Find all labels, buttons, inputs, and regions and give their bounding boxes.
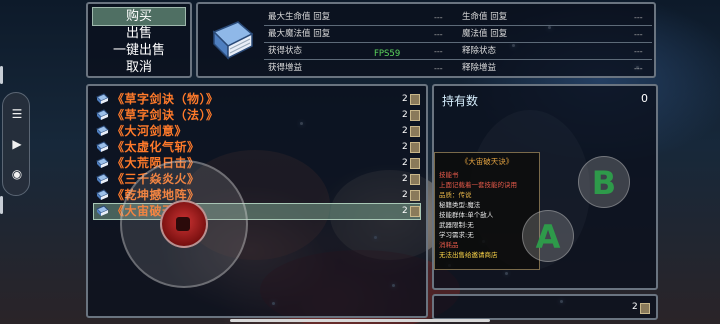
skill-book-icon — [96, 93, 109, 104]
item-badge-icon — [410, 190, 420, 201]
item-detail-panel: 最大生命值 回复 --- 生命值 回复 --- 最大魔法值 回复 --- 魔法值… — [196, 2, 656, 78]
skill-book-icon — [96, 125, 109, 136]
stat-label: 最大生命值 回复 — [268, 12, 331, 22]
shop-action-menu: 购买 出售 一键出售 取消 — [86, 2, 192, 78]
b-button-label: B — [591, 164, 617, 202]
item-count: 2 — [402, 206, 408, 216]
record-icon[interactable]: ◉ — [10, 167, 24, 181]
bottom-count: 2 — [632, 302, 638, 312]
card-line: 技能群体:单个敌人 — [439, 211, 494, 219]
card-line: 无法出售给邀请商店 — [439, 251, 498, 259]
stat-label: 魔法值 回复 — [462, 29, 508, 39]
item-badge-icon — [640, 303, 650, 314]
a-button[interactable]: A — [522, 210, 574, 262]
list-menu-icon[interactable]: ☰ — [10, 107, 24, 121]
list-item[interactable]: 《草字剑诀（物）》 2 — [94, 92, 420, 107]
edge-handle-top[interactable] — [0, 66, 3, 84]
stat-value: --- — [434, 13, 443, 22]
card-line: 秘籍类型:魔法 — [439, 201, 481, 209]
bottom-count-bar: 2 — [432, 294, 658, 320]
item-count: 2 — [402, 110, 408, 120]
stat-value: --- — [634, 13, 643, 22]
stat-value: --- — [434, 64, 443, 73]
play-icon[interactable]: ▶ — [10, 137, 24, 151]
card-title: 《大宙破天诀》 — [460, 157, 514, 166]
stat-value: --- — [434, 30, 443, 39]
card-line: 消耗品 — [439, 241, 459, 249]
stat-label: 获得状态 — [268, 46, 303, 56]
stat-divider — [264, 59, 652, 60]
home-indicator[interactable] — [230, 319, 490, 322]
card-line: 学习需求:无 — [439, 231, 474, 239]
item-name: 《大河剑意》 — [112, 124, 188, 138]
card-line: 品质：传说 — [439, 191, 472, 199]
skill-book-icon — [96, 189, 109, 200]
skill-book-icon — [96, 109, 109, 120]
card-line: 武器限制:无 — [439, 221, 474, 229]
a-button-label: A — [535, 218, 561, 256]
fps-counter: FPS59 — [374, 49, 401, 59]
list-item[interactable]: 《太虚化气斩》 2 — [94, 140, 420, 155]
item-name: 《草字剑诀（物）》 — [112, 92, 219, 106]
holdings-count: 0 — [641, 92, 648, 105]
item-badge-icon — [410, 126, 420, 137]
item-badge-icon — [410, 110, 420, 121]
stat-label: 最大魔法值 回复 — [268, 29, 331, 39]
menu-item-sell-all[interactable]: 一键出售 — [93, 42, 185, 59]
list-item[interactable]: 《大河剑意》 2 — [94, 124, 420, 139]
item-description-card: 《大宙破天诀》 技能书 上面记载着一套技能的诀用 品质：传说 秘籍类型:魔法 技… — [434, 152, 540, 270]
item-count: 2 — [402, 142, 408, 152]
holdings-label: 持有数 — [442, 94, 479, 108]
stat-value: --- — [634, 30, 643, 39]
menu-item-sell[interactable]: 出售 — [93, 25, 185, 42]
stat-divider — [264, 42, 652, 43]
item-count: 2 — [402, 126, 408, 136]
menu-item-buy[interactable]: 购买 — [92, 7, 186, 26]
stat-value: --- — [434, 47, 443, 56]
stat-label: 释除状态 — [462, 46, 497, 56]
item-count: 2 — [402, 94, 408, 104]
stat-label: 获得增益 — [268, 63, 303, 73]
stat-label: 生命值 回复 — [462, 12, 508, 22]
floating-toolbar: ☰ ▶ ◉ — [2, 92, 30, 196]
skill-book-icon — [96, 157, 109, 168]
item-badge-icon — [410, 158, 420, 169]
card-line: 技能书 — [439, 171, 459, 179]
item-badge-icon — [410, 142, 420, 153]
joystick-center-icon — [176, 217, 190, 231]
item-count: 2 — [402, 174, 408, 184]
item-name: 《太虚化气斩》 — [112, 140, 200, 154]
stat-value: --- — [634, 47, 643, 56]
menu-item-cancel[interactable]: 取消 — [93, 59, 185, 76]
list-item[interactable]: 《草字剑诀（法）》 2 — [94, 108, 420, 123]
skill-book-icon — [96, 141, 109, 152]
stat-label: 释除增益 — [462, 63, 497, 73]
item-badge-icon — [410, 94, 420, 105]
stat-value: --- — [634, 64, 643, 73]
blue-book-icon — [212, 21, 254, 60]
item-name: 《草字剑诀（法）》 — [112, 108, 219, 122]
stat-divider — [264, 25, 652, 26]
item-badge-icon — [410, 206, 420, 217]
card-line: 上面记载着一套技能的诀用 — [439, 181, 517, 189]
skill-book-icon — [96, 173, 109, 184]
edge-handle-bottom[interactable] — [0, 196, 3, 214]
item-count: 2 — [402, 190, 408, 200]
skill-book-icon — [96, 205, 109, 216]
b-button[interactable]: B — [578, 156, 630, 208]
item-count: 2 — [402, 158, 408, 168]
item-badge-icon — [410, 174, 420, 185]
list-item[interactable]: 《大荒陨日击》 2 — [94, 156, 420, 171]
